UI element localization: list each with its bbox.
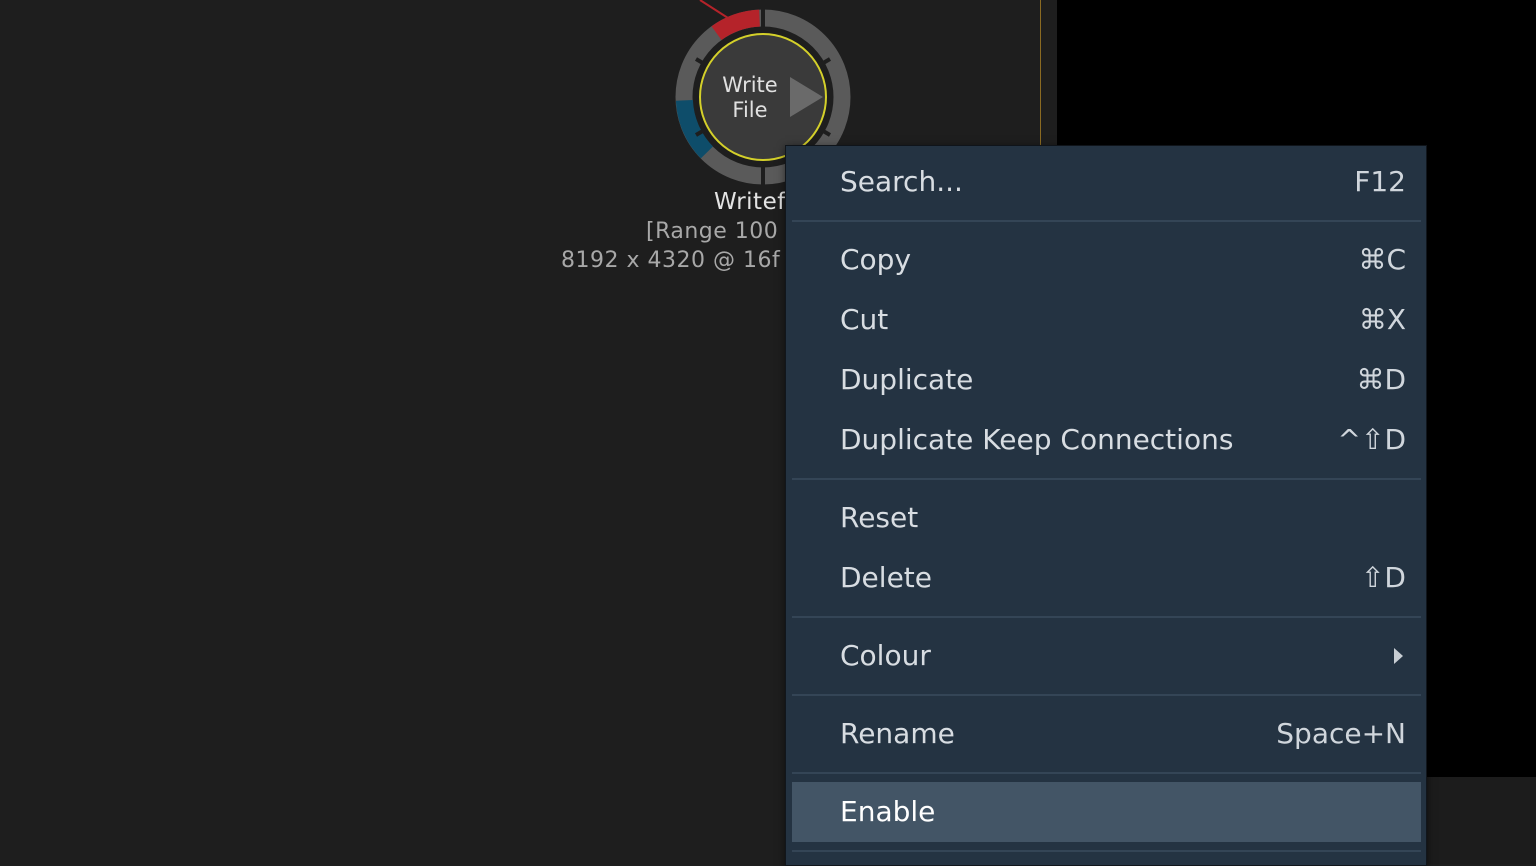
menu-item-label: Duplicate xyxy=(840,363,974,396)
menu-separator xyxy=(792,772,1421,774)
menu-item-label: Colour xyxy=(840,639,931,672)
menu-separator xyxy=(792,694,1421,696)
menu-item-label: Search... xyxy=(840,165,963,198)
node-format-label: 8192 x 4320 @ 16f xyxy=(561,248,781,273)
shortcut-label: F12 xyxy=(1354,165,1406,198)
panel-divider xyxy=(1040,0,1041,148)
menu-item-rename[interactable]: Rename Space+N xyxy=(792,704,1421,764)
menu-item-label: Reset xyxy=(840,501,919,534)
menu-item-duplicate[interactable]: Duplicate ⌘D xyxy=(792,350,1421,410)
menu-item-colour[interactable]: Colour xyxy=(792,626,1421,686)
menu-separator xyxy=(792,616,1421,618)
menu-item-label: Cut xyxy=(840,303,889,336)
shortcut-label: Space+N xyxy=(1276,717,1406,750)
menu-item-search[interactable]: Search... F12 xyxy=(792,152,1421,212)
panel-strip xyxy=(1425,777,1536,864)
node-name-label: Writef xyxy=(714,189,786,215)
node-red-input-segment xyxy=(711,9,761,41)
menu-item-copy[interactable]: Copy ⌘C xyxy=(792,230,1421,290)
node-title-line1: Write xyxy=(722,73,778,97)
menu-item-duplicate-keep-connections[interactable]: Duplicate Keep Connections ^⇧D xyxy=(792,410,1421,470)
input-connection-line xyxy=(699,0,729,19)
menu-item-label: Delete xyxy=(840,561,932,594)
shortcut-label: ⌘X xyxy=(1358,303,1406,336)
shortcut-label: ⌘C xyxy=(1358,243,1406,276)
menu-item-label: Rename xyxy=(840,717,955,750)
shortcut-label: ⇧D xyxy=(1360,561,1406,594)
menu-separator xyxy=(792,850,1421,852)
node-range-label: [Range 100 xyxy=(646,219,779,244)
menu-item-reset[interactable]: Reset xyxy=(792,488,1421,548)
shortcut-label: ^⇧D xyxy=(1337,423,1406,456)
menu-separator xyxy=(792,478,1421,480)
menu-item-label: Copy xyxy=(840,243,912,276)
menu-item-label: Enable xyxy=(840,795,936,828)
shortcut-label: ⌘D xyxy=(1356,363,1406,396)
menu-separator xyxy=(792,220,1421,222)
menu-item-delete[interactable]: Delete ⇧D xyxy=(792,548,1421,608)
node-title-line2: File xyxy=(732,98,768,122)
menu-item-enable[interactable]: Enable xyxy=(792,782,1421,842)
submenu-arrow-icon xyxy=(1394,648,1403,664)
context-menu: Search... F12 Copy ⌘C Cut ⌘X Duplicate ⌘… xyxy=(785,145,1427,866)
menu-item-cut[interactable]: Cut ⌘X xyxy=(792,290,1421,350)
menu-item-label: Duplicate Keep Connections xyxy=(840,423,1234,456)
